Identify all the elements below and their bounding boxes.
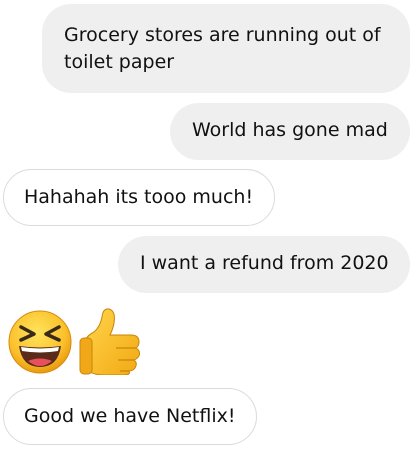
chat-thread: Grocery stores are running out of toilet… xyxy=(0,0,412,450)
message-bubble-incoming[interactable]: Hahahah its tooo much! xyxy=(3,169,275,226)
message-bubble-outgoing[interactable]: Grocery stores are running out of toilet… xyxy=(42,4,410,93)
message-bubble-outgoing[interactable]: I want a refund from 2020 xyxy=(118,236,410,293)
message-text: Hahahah its tooo much! xyxy=(24,186,254,208)
message-text: Good we have Netflix! xyxy=(24,405,236,427)
laughing-squint-face-icon xyxy=(8,310,72,374)
thumbs-up-icon xyxy=(79,308,141,375)
message-text: Grocery stores are running out of toilet… xyxy=(64,24,381,73)
message-bubble-outgoing[interactable]: World has gone mad xyxy=(170,103,410,160)
message-text: World has gone mad xyxy=(192,119,388,141)
emoji-message[interactable] xyxy=(6,305,156,375)
message-bubble-incoming[interactable]: Good we have Netflix! xyxy=(3,388,257,445)
message-text: I want a refund from 2020 xyxy=(140,252,389,274)
